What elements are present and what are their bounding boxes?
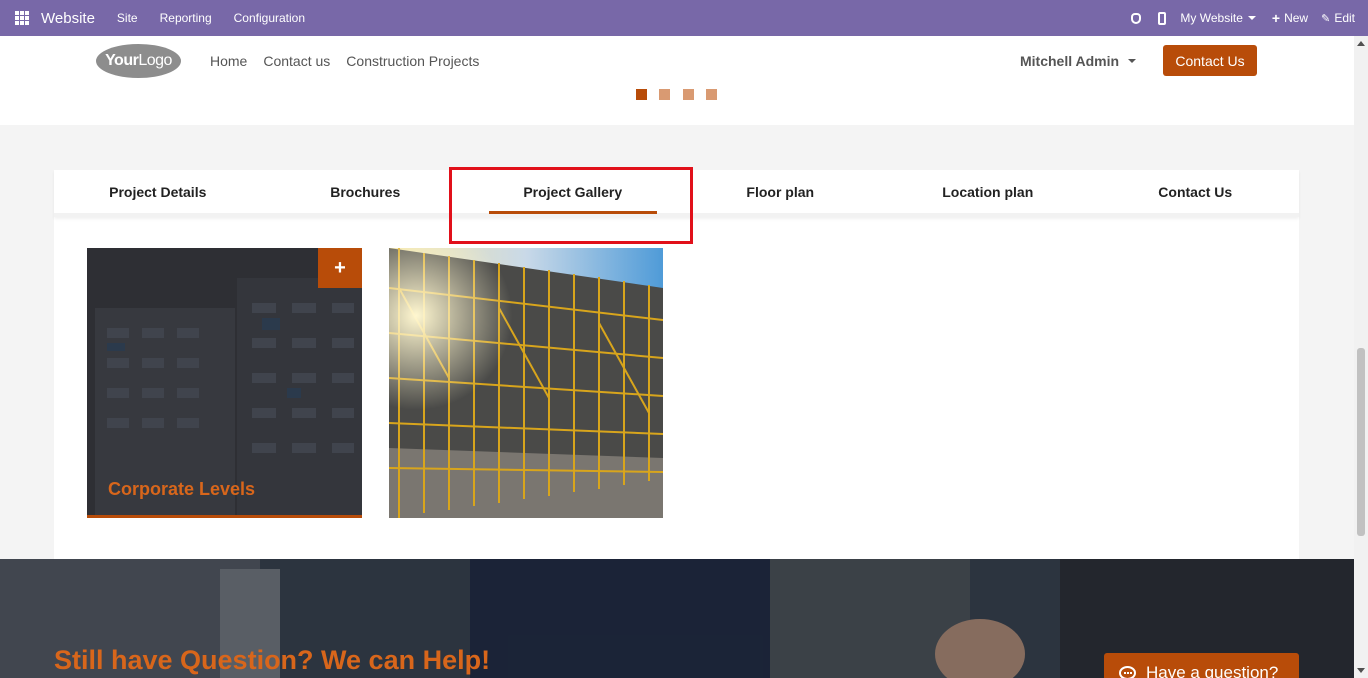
edit-button-label: Edit — [1334, 11, 1355, 25]
carousel-indicator[interactable] — [683, 89, 694, 100]
tab-brochures[interactable]: Brochures — [262, 170, 470, 213]
plus-icon: + — [1271, 10, 1281, 26]
tab-floor-plan[interactable]: Floor plan — [677, 170, 885, 213]
menu-site[interactable]: Site — [117, 11, 138, 25]
new-button[interactable]: + New — [1272, 10, 1308, 26]
edit-button[interactable]: ✎ Edit — [1321, 11, 1355, 25]
banner-title: Still have Question? We can Help! — [54, 645, 491, 675]
nav-construction-projects[interactable]: Construction Projects — [346, 53, 479, 69]
carousel-indicator[interactable] — [659, 89, 670, 100]
page-scrollbar[interactable] — [1354, 36, 1368, 678]
nav-contact-us[interactable]: Contact us — [263, 53, 330, 69]
tab-bar: Project Details Brochures Project Galler… — [54, 170, 1299, 217]
caption-underline — [87, 515, 362, 518]
new-button-label: New — [1284, 11, 1309, 25]
chat-icon — [1119, 666, 1136, 678]
website-header: Your Logo Home Contact us Construction Pr… — [0, 36, 1354, 86]
main-nav: Home Contact us Construction Projects — [210, 36, 495, 86]
tab-location-plan[interactable]: Location plan — [884, 170, 1092, 213]
expand-plus-button[interactable]: + — [318, 248, 362, 288]
scroll-down-arrow-icon[interactable] — [1357, 668, 1365, 673]
have-a-question-label: Have a question? — [1146, 663, 1279, 678]
nav-home[interactable]: Home — [210, 53, 247, 69]
app-title[interactable]: Website — [41, 10, 95, 27]
tab-project-details[interactable]: Project Details — [54, 170, 262, 213]
logo-text-light: Logo — [138, 52, 172, 69]
menu-configuration[interactable]: Configuration — [234, 11, 305, 25]
gallery-caption: Corporate Levels — [108, 479, 256, 499]
website-selector-label: My Website — [1180, 11, 1243, 25]
chevron-down-icon — [1128, 59, 1137, 63]
odoo-top-bar: Website Site Reporting Configuration My … — [0, 0, 1368, 36]
logo-text-bold: Your — [105, 52, 139, 69]
scrollbar-thumb[interactable] — [1357, 348, 1365, 536]
tab-contact-us[interactable]: Contact Us — [1092, 170, 1300, 213]
help-banner: Still have Question? We can Help! Have a… — [0, 559, 1354, 678]
user-menu[interactable]: Mitchell Admin — [1020, 36, 1137, 86]
tab-project-gallery[interactable]: Project Gallery — [469, 170, 677, 214]
carousel-indicator[interactable] — [636, 89, 647, 100]
gallery-item-scaffolding[interactable] — [389, 248, 663, 518]
apps-menu-icon[interactable] — [15, 11, 29, 25]
carousel-indicators — [0, 86, 1354, 125]
scroll-up-arrow-icon[interactable] — [1357, 41, 1365, 46]
site-logo[interactable]: Your Logo — [96, 44, 181, 78]
chevron-down-icon — [1247, 16, 1256, 20]
carousel-indicator[interactable] — [706, 89, 717, 100]
user-name: Mitchell Admin — [1020, 53, 1120, 69]
menu-reporting[interactable]: Reporting — [160, 11, 212, 25]
pencil-icon: ✎ — [1321, 12, 1331, 25]
building-image — [87, 248, 362, 518]
website-selector[interactable]: My Website — [1180, 11, 1256, 25]
gallery-item-corporate-levels[interactable]: + Corporate Levels — [87, 248, 362, 518]
debug-bug-icon[interactable] — [1131, 12, 1142, 24]
scaffolding-image — [389, 248, 663, 518]
mobile-preview-icon[interactable] — [1158, 11, 1167, 25]
have-a-question-button[interactable]: Have a question? — [1104, 653, 1299, 678]
contact-us-button[interactable]: Contact Us — [1163, 45, 1257, 76]
